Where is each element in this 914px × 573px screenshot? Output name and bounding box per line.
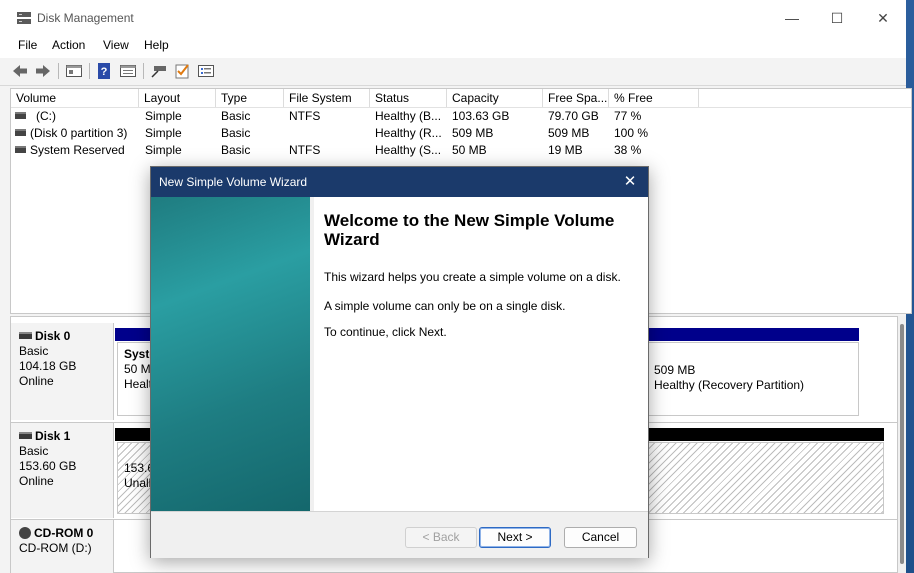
volume-status: Healthy (B...	[375, 109, 442, 123]
wizard-side-banner	[151, 197, 310, 511]
disk-size: 153.60 GB	[19, 459, 77, 473]
volume-percent-free: 100 %	[614, 126, 649, 140]
wizard-close-button[interactable]: ✕	[618, 171, 642, 193]
volume-list-header: Volume Layout Type File System Status Ca…	[11, 89, 911, 108]
volume-layout: Simple	[145, 126, 182, 140]
next-button[interactable]: Next >	[479, 527, 551, 548]
volume-name: (Disk 0 partition 3)	[30, 126, 128, 140]
column-free-space[interactable]: Free Spa...	[543, 89, 609, 107]
wizard-heading: Welcome to the New Simple Volume Wizard	[324, 211, 615, 249]
check-icon[interactable]	[173, 62, 191, 80]
menu-view[interactable]: View	[100, 38, 132, 52]
disk-icon	[19, 432, 32, 440]
menu-help[interactable]: Help	[141, 38, 172, 52]
volume-free-space: 79.70 GB	[548, 109, 599, 123]
forward-arrow-icon[interactable]	[34, 62, 52, 80]
svg-text:?: ?	[101, 66, 108, 78]
volume-capacity: 50 MB	[452, 143, 487, 157]
toolbar-divider	[143, 63, 144, 79]
cancel-button[interactable]: Cancel	[564, 527, 637, 548]
menu-bar: File Action View Help	[0, 36, 906, 59]
volume-type: Basic	[221, 109, 251, 123]
column-file-system[interactable]: File System	[284, 89, 370, 107]
wizard-button-bar: < Back Next > Cancel	[151, 511, 648, 558]
column-capacity[interactable]: Capacity	[447, 89, 543, 107]
wizard-title-bar[interactable]: New Simple Volume Wizard ✕	[151, 167, 648, 197]
column-volume[interactable]: Volume	[11, 89, 139, 107]
wizard-content: Welcome to the New Simple Volume Wizard …	[314, 197, 648, 511]
volume-icon	[15, 129, 26, 137]
menu-file[interactable]: File	[15, 38, 40, 52]
volume-icon	[15, 146, 26, 154]
disk-state: Online	[19, 474, 54, 488]
volume-status: Healthy (S...	[375, 143, 442, 157]
window-title: Disk Management	[37, 11, 134, 25]
wizard-continue-text: To continue, click Next.	[324, 325, 447, 339]
wizard-intro-text: This wizard helps you create a simple vo…	[324, 270, 621, 284]
recovery-partition[interactable]: 509 MB Healthy (Recovery Partition)	[647, 342, 859, 416]
cd-rom-icon	[19, 526, 31, 539]
volume-free-space: 509 MB	[548, 126, 590, 140]
toolbar-divider	[89, 63, 90, 79]
volume-type: Basic	[221, 126, 251, 140]
volume-percent-free: 38 %	[614, 143, 642, 157]
volume-free-space: 19 MB	[548, 143, 583, 157]
disk-management-icon	[17, 12, 31, 24]
connect-icon[interactable]	[150, 62, 168, 80]
list-view-icon[interactable]	[197, 62, 215, 80]
column-percent-free[interactable]: % Free	[609, 89, 699, 107]
volume-layout: Simple	[145, 109, 182, 123]
vertical-scrollbar[interactable]	[898, 316, 906, 573]
disk-type: CD-ROM (D:)	[19, 541, 92, 555]
column-status[interactable]: Status	[370, 89, 447, 107]
disk-1-label[interactable]: Disk 1 Basic 153.60 GB Online	[11, 423, 114, 518]
disk-state: Online	[19, 374, 54, 388]
partition-status: Healthy (Recovery Partition)	[654, 378, 805, 392]
scrollbar-thumb[interactable]	[900, 324, 904, 564]
volume-icon	[15, 112, 26, 120]
back-button[interactable]: < Back	[405, 527, 477, 548]
disk-name: CD-ROM 0	[34, 526, 94, 540]
volume-row[interactable]: (Disk 0 partition 3) Simple Basic Health…	[11, 125, 911, 142]
toolbar: ?	[0, 58, 906, 86]
column-type[interactable]: Type	[216, 89, 284, 107]
disk-0-label[interactable]: Disk 0 Basic 104.18 GB Online	[11, 323, 114, 420]
minimize-button[interactable]: —	[769, 0, 815, 36]
volume-percent-free: 77 %	[614, 109, 642, 123]
disk-size: 104.18 GB	[19, 359, 77, 373]
volume-file-system: NTFS	[289, 109, 321, 123]
volume-capacity: 103.63 GB	[452, 109, 510, 123]
cdrom-label[interactable]: CD-ROM 0 CD-ROM (D:)	[11, 520, 114, 573]
column-layout[interactable]: Layout	[139, 89, 216, 107]
volume-capacity: 509 MB	[452, 126, 494, 140]
volume-status: Healthy (R...	[375, 126, 442, 140]
disk-name: Disk 1	[35, 429, 71, 443]
properties-icon[interactable]	[119, 62, 137, 80]
volume-name: System Reserved	[30, 143, 125, 157]
disk-name: Disk 0	[35, 329, 71, 343]
title-bar[interactable]: Disk Management — ☐ ✕	[0, 0, 906, 36]
menu-action[interactable]: Action	[49, 38, 88, 52]
partition-size: 509 MB	[654, 363, 696, 377]
disk-type: Basic	[19, 344, 49, 358]
volume-row[interactable]: System Reserved Simple Basic NTFS Health…	[11, 142, 911, 159]
help-icon[interactable]: ?	[96, 62, 114, 80]
toolbar-divider	[58, 63, 59, 79]
disk-type: Basic	[19, 444, 49, 458]
wizard-info-text: A simple volume can only be on a single …	[324, 299, 566, 313]
console-tree-icon[interactable]	[65, 62, 83, 80]
volume-type: Basic	[221, 143, 251, 157]
wizard-title: New Simple Volume Wizard	[159, 175, 308, 189]
volume-row[interactable]: (C:) Simple Basic NTFS Healthy (B... 103…	[11, 108, 911, 125]
back-arrow-icon[interactable]	[11, 62, 29, 80]
close-button[interactable]: ✕	[860, 0, 906, 36]
volume-name: (C:)	[36, 109, 56, 123]
disk-icon	[19, 332, 32, 340]
volume-file-system: NTFS	[289, 143, 321, 157]
new-simple-volume-wizard: New Simple Volume Wizard ✕ Welcome to th…	[150, 166, 649, 558]
maximize-button[interactable]: ☐	[814, 0, 860, 36]
volume-file-system	[289, 125, 369, 142]
volume-layout: Simple	[145, 143, 182, 157]
